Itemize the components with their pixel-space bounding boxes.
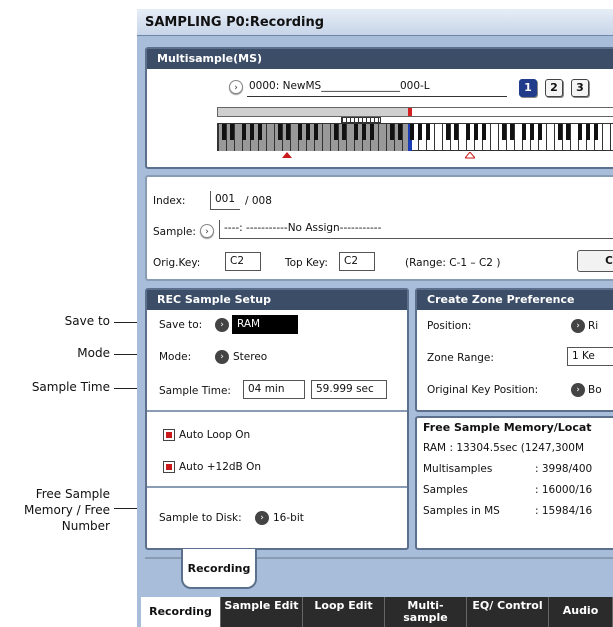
key-marker-icon-2 [465, 152, 475, 159]
position-label: Position: [427, 320, 472, 332]
top-key-field[interactable]: C2 [339, 252, 375, 271]
save-to-value[interactable]: RAM [232, 315, 298, 334]
zone-range-field[interactable]: 1 Ke [567, 347, 613, 366]
position-value[interactable]: Ri [588, 320, 598, 332]
auto-12db-label: Auto +12dB On [179, 461, 262, 473]
orig-key-field[interactable]: C2 [225, 252, 261, 271]
sample-time-label: Sample Time: [159, 385, 231, 397]
samples-in-ms-value: : 15984/16 [535, 505, 593, 517]
samples-in-ms-label: Samples in MS [423, 505, 500, 517]
page-title: SAMPLING P0:Recording [137, 9, 613, 36]
multisamples-label: Multisamples [423, 463, 493, 475]
save-to-label: Save to: [159, 319, 203, 331]
index-field[interactable]: 001 [210, 191, 240, 210]
sample-to-disk-label: Sample to Disk: [159, 512, 242, 524]
rec-setup-header: REC Sample Setup [147, 290, 407, 310]
multisample-header: Multisample(MS) [147, 49, 613, 69]
zone-range-label: Zone Range: [427, 352, 494, 364]
key-marker-icon [282, 152, 292, 158]
samples-label: Samples [423, 484, 468, 496]
sample-field[interactable]: ----: -----------No Assign----------- [219, 220, 613, 239]
sample-time-min-field[interactable]: 04 min [243, 380, 305, 399]
mode-button[interactable]: › [215, 350, 229, 364]
callout-sample-time: Sample Time [31, 380, 110, 394]
callout-save-to: Save to [64, 314, 110, 328]
index-label: Index: [153, 195, 186, 207]
multisample-panel: Multisample(MS) › 0000: NewMS___________… [145, 47, 613, 169]
sampling-screen: SAMPLING P0:Recording Multisample(MS) › … [137, 9, 613, 627]
tab-sample-edit[interactable]: Sample Edit [221, 597, 303, 627]
mode-label: Mode: [159, 351, 192, 363]
zone-pref-panel: Create Zone Preference Position: › Ri Zo… [415, 288, 613, 412]
free-memory-panel: Free Sample Memory/Locat RAM : 13304.5se… [415, 416, 613, 550]
ms-name-field[interactable]: 0000: NewMS_______________000-L [247, 78, 507, 97]
tab-eq-control[interactable]: EQ/ Control [467, 597, 549, 627]
keyboard[interactable] [217, 123, 613, 151]
page-tab-recording[interactable]: Recording [181, 549, 257, 589]
ms-number-2-button[interactable]: 2 [545, 79, 563, 97]
auto-12db-checkbox[interactable] [163, 461, 175, 473]
tab-multisample[interactable]: Multi- sample [385, 597, 467, 627]
orig-key-pos-value[interactable]: Bo [588, 384, 602, 396]
separator-2 [147, 486, 407, 488]
samples-value: : 16000/16 [535, 484, 593, 496]
index-total: / 008 [245, 195, 272, 207]
save-to-button[interactable]: › [215, 318, 229, 332]
orig-key-label: Orig.Key: [153, 257, 201, 269]
page-tab-label: Recording [187, 562, 251, 575]
callout-mode: Mode [77, 346, 110, 360]
auto-loop-checkbox[interactable] [163, 429, 175, 441]
mode-value[interactable]: Stereo [233, 351, 267, 363]
manual-figure: Save to Mode Sample Time Free Sample Mem… [0, 0, 613, 627]
sample-time-sec-field[interactable]: 59.999 sec [311, 380, 387, 399]
tab-loop-edit[interactable]: Loop Edit [303, 597, 385, 627]
position-button[interactable]: › [571, 319, 585, 333]
range-button[interactable]: C [577, 250, 613, 272]
ms-select-button[interactable]: › [229, 80, 243, 94]
ms-number-3-button[interactable]: 3 [571, 79, 589, 97]
tab-recording[interactable]: Recording [141, 597, 221, 627]
tab-audio[interactable]: Audio [549, 597, 613, 627]
sample-to-disk-button[interactable]: › [255, 511, 269, 525]
top-key-label: Top Key: [285, 257, 328, 269]
multisamples-value: : 3998/400 [535, 463, 593, 475]
range-text: (Range: C-1 – C2 ) [405, 257, 501, 269]
auto-loop-label: Auto Loop On [179, 429, 251, 441]
free-memory-header: Free Sample Memory/Locat [423, 421, 592, 434]
orig-key-pos-label: Original Key Position: [427, 384, 539, 396]
ms-number-1-button[interactable]: 1 [519, 79, 537, 97]
callout-free-sample: Free Sample Memory / Free Number [24, 487, 110, 533]
separator [147, 410, 407, 412]
sample-select-button[interactable]: › [200, 224, 214, 238]
rec-setup-panel: REC Sample Setup Save to: › RAM Mode: › … [145, 288, 409, 550]
ram-line: RAM : 13304.5sec (1247,300M [423, 442, 585, 454]
zone-pref-header: Create Zone Preference [417, 290, 613, 310]
orig-key-pos-button[interactable]: › [571, 383, 585, 397]
sample-info-panel: Index: 001 / 008 Sample: › ----: -------… [145, 175, 613, 281]
zone-bar[interactable] [217, 107, 613, 117]
sample-to-disk-value[interactable]: 16-bit [273, 512, 304, 524]
sample-label: Sample: [153, 226, 196, 238]
